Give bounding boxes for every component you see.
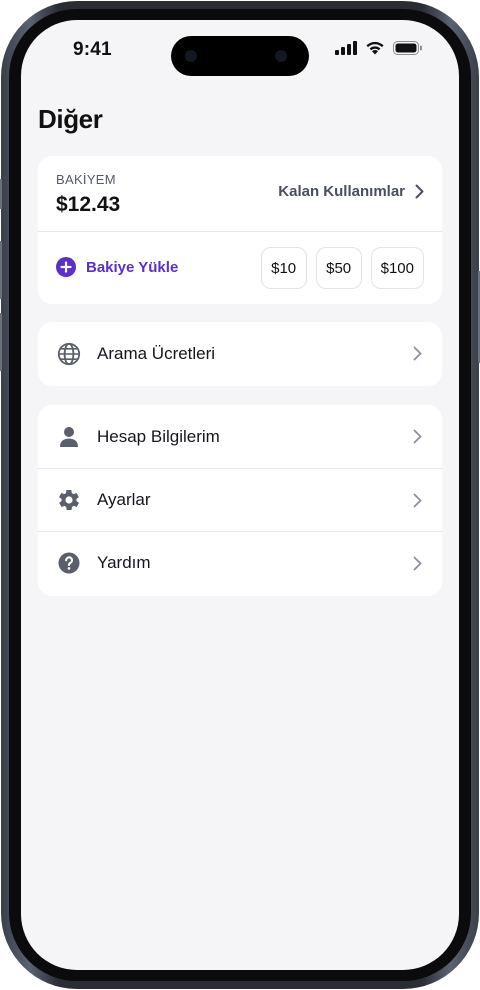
screen: 9:41 Diğer BAKİYEM $12.43 Kalan Kullanım…	[21, 20, 459, 970]
calls-card: Arama Ücretleri	[38, 322, 442, 386]
front-camera-icon	[185, 50, 197, 62]
user-icon	[56, 424, 82, 450]
chevron-right-icon	[415, 184, 424, 199]
chevron-right-icon	[410, 429, 424, 445]
phone-volume-up-button	[0, 241, 2, 299]
status-icons	[335, 41, 423, 55]
menu-item-label: Hesap Bilgilerim	[97, 426, 220, 446]
phone-volume-down-button	[0, 313, 2, 371]
menu-item-label: Ayarlar	[97, 490, 151, 509]
topup-button[interactable]: Bakiye Yükle	[56, 257, 178, 277]
balance-caption: BAKİYEM	[56, 172, 116, 187]
chevron-right-icon	[410, 555, 424, 571]
menu-item-label: Yardım	[97, 553, 151, 572]
chevron-right-icon	[410, 492, 424, 508]
menu-item-settings[interactable]: Ayarlar	[38, 468, 442, 531]
dynamic-island	[171, 36, 309, 76]
remaining-usage-link[interactable]: Kalan Kullanımlar	[278, 183, 424, 200]
face-id-sensor-icon	[275, 50, 287, 62]
status-time: 9:41	[73, 39, 112, 60]
cellular-signal-icon	[335, 41, 357, 55]
remaining-usage-label: Kalan Kullanımlar	[278, 183, 405, 200]
balance-card: BAKİYEM $12.43 Kalan Kullanımlar Bakiye …	[38, 156, 442, 304]
topup-label: Bakiye Yükle	[86, 258, 179, 276]
topup-row: Bakiye Yükle $10 $50 $100	[38, 233, 442, 304]
topup-amounts: $10 $50 $100	[260, 247, 424, 289]
topup-amount-50-button[interactable]: $50	[315, 247, 362, 289]
menu-item-label: Arama Ücretleri	[97, 343, 216, 363]
battery-icon	[393, 41, 422, 55]
help-icon	[56, 550, 82, 576]
page-title: Diğer	[38, 104, 103, 134]
menu-item-account-info[interactable]: Hesap Bilgilerim	[38, 405, 442, 468]
balance-amount: $12.43	[56, 193, 121, 216]
menu-item-help[interactable]: Yardım	[38, 531, 442, 594]
topup-amount-10-button[interactable]: $10	[260, 247, 307, 289]
menu-item-call-rates[interactable]: Arama Ücretleri	[38, 322, 442, 385]
balance-summary: BAKİYEM $12.43 Kalan Kullanımlar	[38, 156, 442, 232]
gear-icon	[56, 487, 82, 513]
topup-amount-100-button[interactable]: $100	[370, 247, 424, 289]
chevron-right-icon	[410, 346, 424, 362]
globe-icon	[56, 341, 82, 367]
account-card: Hesap Bilgilerim Ayarlar Yardım	[38, 405, 442, 596]
phone-side-button	[0, 179, 2, 209]
wifi-icon	[366, 41, 384, 55]
plus-circle-icon	[56, 257, 76, 277]
